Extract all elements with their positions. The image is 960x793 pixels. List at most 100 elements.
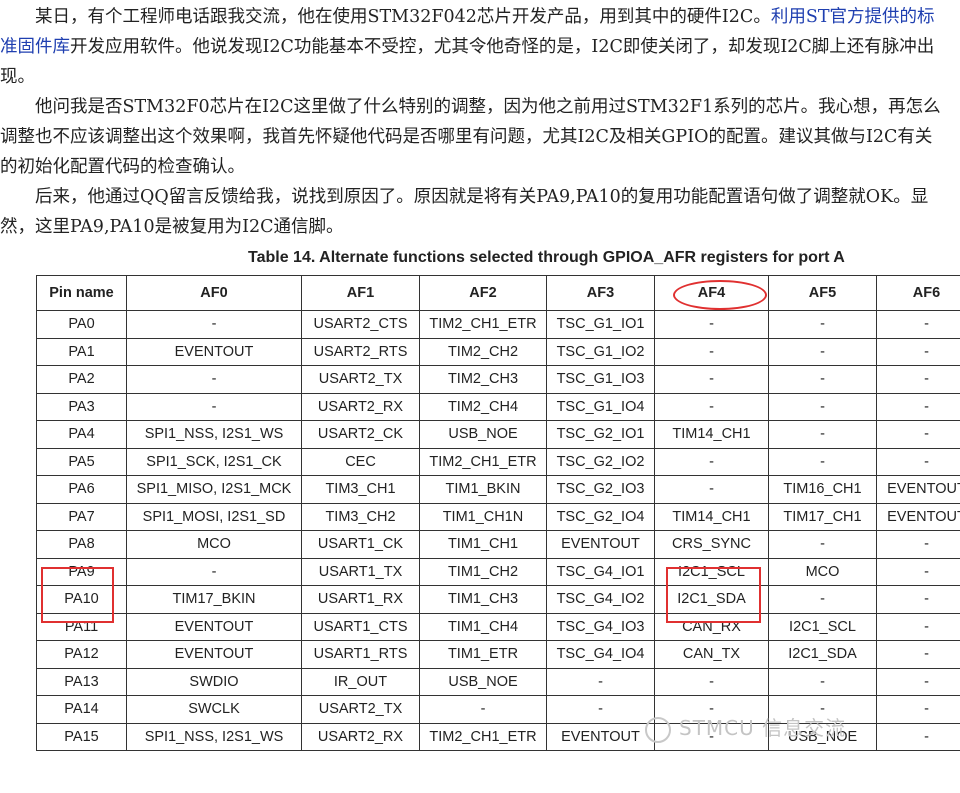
- af-cell: TIM2_CH1_ETR: [419, 722, 547, 751]
- af-cell: TIM1_CH4: [419, 612, 547, 641]
- af-cell: TIM16_CH1: [768, 475, 877, 504]
- af-cell: MCO: [126, 530, 302, 559]
- af-cell: IR_OUT: [301, 667, 420, 696]
- af-cell: TIM1_CH2: [419, 557, 547, 586]
- table-row: PA8 MCO USART1_CK TIM1_CH1 EVENTOUT CRS_SYNC -…: [36, 530, 960, 559]
- af-cell: EVENTOUT: [546, 722, 655, 751]
- af-cell: -: [876, 365, 960, 394]
- af-cell: -: [126, 365, 302, 394]
- table-row: PA7 SPI1_MOSI, I2S1_SD TIM3_CH2 TIM1_CH1N TS…: [36, 502, 960, 531]
- af-cell: EVENTOUT: [876, 502, 960, 531]
- paragraph-1: 某日，有个工程师电话跟我交流，他在使用STM32F042芯片开发产品，用到其中的…: [0, 2, 948, 92]
- af-cell: SPI1_MOSI, I2S1_SD: [126, 502, 302, 531]
- af-cell: USB_NOE: [419, 420, 547, 449]
- af-cell: TSC_G4_IO1: [546, 557, 655, 586]
- paragraph-3: 后来，他通过QQ留言反馈给我，说找到原因了。原因就是将有关PA9,PA10的复用…: [0, 187, 929, 237]
- af-cell: SPI1_NSS, I2S1_WS: [126, 722, 302, 751]
- af-cell: TIM2_CH2: [419, 337, 547, 366]
- af-cell: MCO: [768, 557, 877, 586]
- af-cell: -: [654, 365, 769, 394]
- af-cell: TIM1_CH3: [419, 585, 547, 614]
- af-cell: -: [876, 585, 960, 614]
- pin-name-cell: PA7: [36, 502, 127, 531]
- af-cell: -: [126, 392, 302, 421]
- pin-name-cell: PA14: [36, 695, 127, 724]
- af-cell: -: [768, 420, 877, 449]
- af-cell: -: [654, 667, 769, 696]
- af-cell: TIM2_CH1_ETR: [419, 447, 547, 476]
- table-row: PA6 SPI1_MISO, I2S1_MCK TIM3_CH1 TIM1_BKIN T…: [36, 475, 960, 504]
- pin-name-cell: PA2: [36, 365, 127, 394]
- af-cell: I2C1_SCL: [654, 557, 769, 586]
- header-cell: AF6: [876, 275, 960, 311]
- af-cell: TIM1_CH1N: [419, 502, 547, 531]
- af-cell: -: [126, 557, 302, 586]
- watermark: STMCU 信息交流: [645, 712, 846, 743]
- watermark-text: STMCU 信息交流: [679, 716, 847, 740]
- af-cell: -: [654, 475, 769, 504]
- af-cell: TSC_G1_IO2: [546, 337, 655, 366]
- pin-name-cell: PA8: [36, 530, 127, 559]
- af-cell: TIM1_BKIN: [419, 475, 547, 504]
- header-cell: AF1: [301, 275, 420, 311]
- af-cell: -: [654, 392, 769, 421]
- pin-name-cell: PA12: [36, 640, 127, 669]
- af-cell: USART2_RX: [301, 392, 420, 421]
- af-cell: -: [768, 530, 877, 559]
- header-cell: AF3: [546, 275, 655, 311]
- af-cell: USART1_CK: [301, 530, 420, 559]
- table-row: PA10 TIM17_BKIN USART1_RX TIM1_CH3 TSC_G4_IO…: [36, 585, 960, 614]
- af-cell: USART2_TX: [301, 695, 420, 724]
- af-cell: USART1_TX: [301, 557, 420, 586]
- af-cell: -: [876, 337, 960, 366]
- af-cell: CRS_SYNC: [654, 530, 769, 559]
- alternate-function-table: Pin name AF0 AF1 AF2 AF3 AF4 AF5 AF6 PA0- USART2…: [36, 275, 960, 751]
- af-cell: TIM2_CH4: [419, 392, 547, 421]
- pin-name-cell: PA9: [36, 557, 127, 586]
- af-cell: TIM2_CH1_ETR: [419, 310, 547, 339]
- af-cell: -: [768, 447, 877, 476]
- af-cell: TIM1_CH1: [419, 530, 547, 559]
- paragraph-2: 他问我是否STM32F0芯片在I2C这里做了什么特别的调整，因为他之前用过STM…: [0, 97, 941, 177]
- af-cell: EVENTOUT: [876, 475, 960, 504]
- af-cell: -: [654, 310, 769, 339]
- table-row: PA1 EVENTOUT USART2_RTS TIM2_CH2 TSC_G1_IO2-…: [36, 337, 960, 366]
- header-cell: Pin name: [36, 275, 127, 311]
- pin-name-cell: PA0: [36, 310, 127, 339]
- af-cell: USART2_CTS: [301, 310, 420, 339]
- pin-name-cell: PA11: [36, 612, 127, 641]
- paragraph-1-text-cont: 开发应用软件。他说发现I2C功能基本不受控，尤其令他奇怪的是，I2C即使关闭了，…: [0, 37, 935, 87]
- af-cell: -: [876, 612, 960, 641]
- af-cell: -: [768, 667, 877, 696]
- af-cell: USART1_RX: [301, 585, 420, 614]
- af-cell: -: [546, 695, 655, 724]
- table-row: PA5 SPI1_SCK, I2S1_CK CEC TIM2_CH1_ETR TSC_G…: [36, 447, 960, 476]
- table-body: PA0- USART2_CTS TIM2_CH1_ETR TSC_G1_IO1- - - P…: [36, 310, 960, 751]
- af-cell: USART2_RTS: [301, 337, 420, 366]
- af-cell: CAN_RX: [654, 612, 769, 641]
- af-cell: -: [876, 722, 960, 751]
- af-cell: -: [126, 310, 302, 339]
- table-row: PA9- USART1_TX TIM1_CH2 TSC_G4_IO1 I2C1_SCL M…: [36, 557, 960, 586]
- header-cell: AF0: [126, 275, 302, 311]
- pin-name-cell: PA3: [36, 392, 127, 421]
- af-cell: -: [419, 695, 547, 724]
- af-cell: -: [654, 447, 769, 476]
- af-cell: TIM14_CH1: [654, 420, 769, 449]
- af-cell: EVENTOUT: [546, 530, 655, 559]
- pin-name-cell: PA10: [36, 585, 127, 614]
- article-body: 某日，有个工程师电话跟我交流，他在使用STM32F042芯片开发产品，用到其中的…: [0, 2, 948, 242]
- af-cell: -: [876, 392, 960, 421]
- af-cell: TSC_G4_IO2: [546, 585, 655, 614]
- af-cell: I2C1_SDA: [654, 585, 769, 614]
- af-cell: -: [768, 392, 877, 421]
- table-row: PA13 SWDIO IR_OUT USB_NOE - - - -: [36, 667, 960, 696]
- table-row: PA3- USART2_RX TIM2_CH4 TSC_G1_IO4- - -: [36, 392, 960, 421]
- af-cell: -: [768, 310, 877, 339]
- af-cell: TIM1_ETR: [419, 640, 547, 669]
- wechat-icon: [645, 716, 671, 743]
- af-cell: TSC_G2_IO3: [546, 475, 655, 504]
- af-cell: -: [876, 420, 960, 449]
- af-cell: USART2_RX: [301, 722, 420, 751]
- af-cell: TSC_G2_IO1: [546, 420, 655, 449]
